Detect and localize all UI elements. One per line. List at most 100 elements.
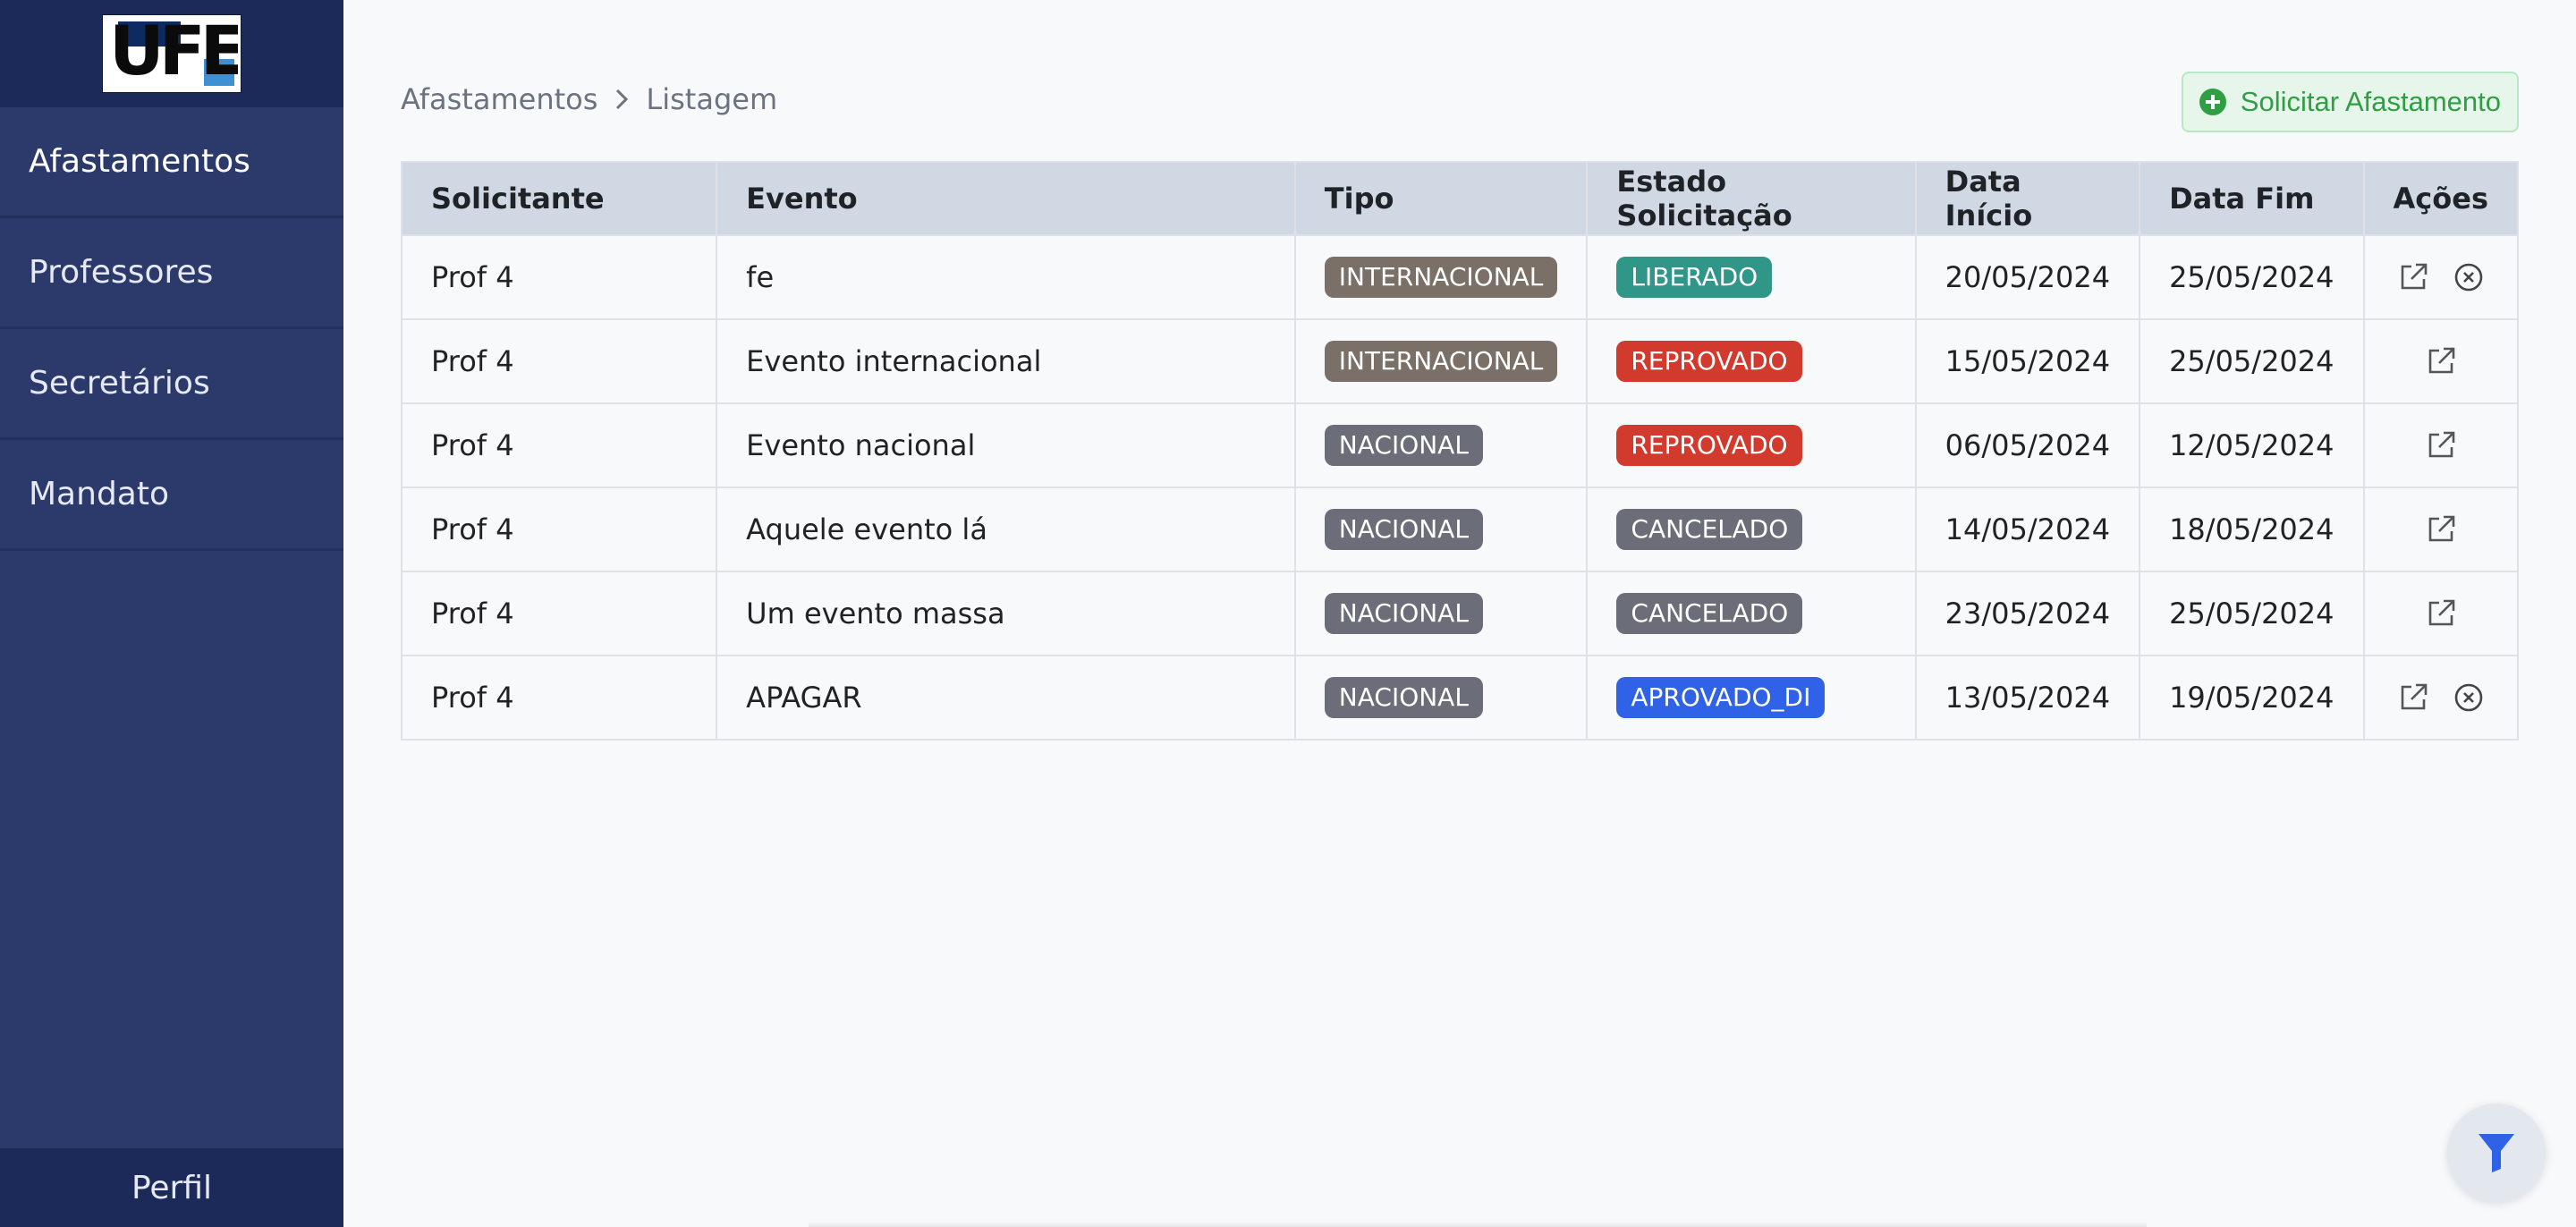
profile-label: Perfil bbox=[131, 1169, 213, 1206]
cell-tipo: NACIONAL bbox=[1293, 655, 1589, 740]
sidebar-item-professores[interactable]: Professores bbox=[0, 218, 343, 329]
tipo-badge: INTERNACIONAL bbox=[1324, 257, 1558, 298]
logo-text: UFES bbox=[109, 15, 241, 90]
cell-evento: APAGAR bbox=[716, 655, 1296, 740]
chevron-right-icon bbox=[614, 87, 630, 112]
cell-data-fim: 12/05/2024 bbox=[2139, 402, 2365, 488]
cell-data-fim: 18/05/2024 bbox=[2139, 487, 2365, 572]
cell-solicitante: Prof 4 bbox=[400, 318, 718, 404]
header-data-fim: Data Fim bbox=[2139, 161, 2365, 236]
main-content: Afastamentos Listagem Solicitar Afastame… bbox=[343, 0, 2576, 1227]
cell-tipo: INTERNACIONAL bbox=[1293, 234, 1589, 320]
table-row: Prof 4 Um evento massa NACIONAL CANCELADO 23… bbox=[400, 571, 2519, 656]
cell-evento: fe bbox=[716, 234, 1296, 320]
status-badge: CANCELADO bbox=[1616, 593, 1803, 634]
cell-estado: APROVADO_DI bbox=[1586, 655, 1917, 740]
header-tipo: Tipo bbox=[1293, 161, 1589, 236]
cell-estado: REPROVADO bbox=[1586, 402, 1917, 488]
sidebar: UFES Afastamentos Professores Secretário… bbox=[0, 0, 343, 1227]
sidebar-item-mandato[interactable]: Mandato bbox=[0, 440, 343, 551]
cell-solicitante: Prof 4 bbox=[400, 487, 718, 572]
cell-estado: LIBERADO bbox=[1586, 234, 1917, 320]
request-leave-label: Solicitar Afastamento bbox=[2240, 86, 2501, 117]
cell-solicitante: Prof 4 bbox=[400, 234, 718, 320]
ufes-logo[interactable]: UFES bbox=[103, 15, 241, 92]
header-data-inicio: Data Início bbox=[1914, 161, 2141, 236]
sidebar-item-afastamentos[interactable]: Afastamentos bbox=[0, 107, 343, 218]
cell-evento: Aquele evento lá bbox=[716, 487, 1296, 572]
header-solicitante: Solicitante bbox=[400, 161, 718, 236]
logo-area: UFES bbox=[0, 0, 343, 107]
cell-acoes bbox=[2362, 318, 2519, 404]
cell-data-fim: 19/05/2024 bbox=[2139, 655, 2365, 740]
status-badge: CANCELADO bbox=[1616, 509, 1803, 550]
tipo-badge: INTERNACIONAL bbox=[1324, 341, 1558, 382]
header-evento: Evento bbox=[716, 161, 1296, 236]
table-row: Prof 4 fe INTERNACIONAL LIBERADO 20/05/2024 2… bbox=[400, 234, 2519, 320]
cell-evento: Um evento massa bbox=[716, 571, 1296, 656]
cell-data-inicio: 13/05/2024 bbox=[1914, 655, 2141, 740]
status-badge: APROVADO_DI bbox=[1616, 677, 1826, 718]
cell-solicitante: Prof 4 bbox=[400, 655, 718, 740]
header-estado: Estado Solicitação bbox=[1586, 161, 1917, 236]
close-circle-icon[interactable] bbox=[2453, 261, 2485, 293]
header-acoes: Ações bbox=[2362, 161, 2519, 236]
external-link-icon[interactable] bbox=[2425, 513, 2457, 546]
tipo-badge: NACIONAL bbox=[1324, 425, 1483, 466]
table-row: Prof 4 Evento nacional NACIONAL REPROVADO 06… bbox=[400, 402, 2519, 488]
status-badge: LIBERADO bbox=[1616, 257, 1773, 298]
table-row: Prof 4 APAGAR NACIONAL APROVADO_DI 13/05/202… bbox=[400, 655, 2519, 740]
external-link-icon[interactable] bbox=[2425, 345, 2457, 377]
cell-acoes bbox=[2362, 402, 2519, 488]
cell-tipo: NACIONAL bbox=[1293, 487, 1589, 572]
cell-data-inicio: 20/05/2024 bbox=[1914, 234, 2141, 320]
cell-acoes bbox=[2362, 234, 2519, 320]
external-link-icon[interactable] bbox=[2425, 597, 2457, 630]
sidebar-item-label: Mandato bbox=[29, 476, 169, 512]
cell-data-inicio: 06/05/2024 bbox=[1914, 402, 2141, 488]
cell-acoes bbox=[2362, 487, 2519, 572]
cell-data-inicio: 23/05/2024 bbox=[1914, 571, 2141, 656]
close-circle-icon[interactable] bbox=[2453, 681, 2485, 714]
sidebar-item-label: Secretários bbox=[29, 365, 210, 402]
cell-tipo: INTERNACIONAL bbox=[1293, 318, 1589, 404]
breadcrumb-current: Listagem bbox=[646, 82, 778, 116]
cell-estado: REPROVADO bbox=[1586, 318, 1917, 404]
cell-tipo: NACIONAL bbox=[1293, 571, 1589, 656]
leave-table: Solicitante Evento Tipo Estado Solicitaç… bbox=[400, 161, 2519, 740]
cell-data-fim: 25/05/2024 bbox=[2139, 318, 2365, 404]
tipo-badge: NACIONAL bbox=[1324, 509, 1483, 550]
filter-icon bbox=[2479, 1134, 2514, 1172]
external-link-icon[interactable] bbox=[2397, 681, 2429, 714]
filter-button[interactable] bbox=[2447, 1104, 2546, 1202]
cell-data-inicio: 14/05/2024 bbox=[1914, 487, 2141, 572]
profile-link[interactable]: Perfil bbox=[0, 1148, 343, 1227]
tipo-badge: NACIONAL bbox=[1324, 677, 1483, 718]
cell-evento: Evento internacional bbox=[716, 318, 1296, 404]
plus-circle-icon bbox=[2199, 89, 2226, 115]
cell-acoes bbox=[2362, 571, 2519, 656]
cell-data-inicio: 15/05/2024 bbox=[1914, 318, 2141, 404]
sidebar-item-label: Professores bbox=[29, 254, 214, 291]
cell-acoes bbox=[2362, 655, 2519, 740]
status-badge: REPROVADO bbox=[1616, 425, 1802, 466]
cell-solicitante: Prof 4 bbox=[400, 402, 718, 488]
breadcrumb: Afastamentos Listagem bbox=[401, 82, 777, 116]
sidebar-item-secretarios[interactable]: Secretários bbox=[0, 329, 343, 440]
cell-data-fim: 25/05/2024 bbox=[2139, 571, 2365, 656]
external-link-icon[interactable] bbox=[2397, 261, 2429, 293]
cell-estado: CANCELADO bbox=[1586, 487, 1917, 572]
sidebar-nav: Afastamentos Professores Secretários Man… bbox=[0, 107, 343, 551]
table-row: Prof 4 Evento internacional INTERNACIONAL R… bbox=[400, 318, 2519, 404]
external-link-icon[interactable] bbox=[2425, 429, 2457, 461]
tipo-badge: NACIONAL bbox=[1324, 593, 1483, 634]
table-body: Prof 4 fe INTERNACIONAL LIBERADO 20/05/2024 2… bbox=[400, 234, 2519, 740]
cell-evento: Evento nacional bbox=[716, 402, 1296, 488]
cell-data-fim: 25/05/2024 bbox=[2139, 234, 2365, 320]
breadcrumb-root[interactable]: Afastamentos bbox=[401, 82, 597, 116]
bottom-shadow bbox=[809, 1222, 2147, 1227]
cell-solicitante: Prof 4 bbox=[400, 571, 718, 656]
table-header-row: Solicitante Evento Tipo Estado Solicitaç… bbox=[400, 161, 2519, 236]
request-leave-button[interactable]: Solicitar Afastamento bbox=[2181, 72, 2519, 132]
cell-estado: CANCELADO bbox=[1586, 571, 1917, 656]
